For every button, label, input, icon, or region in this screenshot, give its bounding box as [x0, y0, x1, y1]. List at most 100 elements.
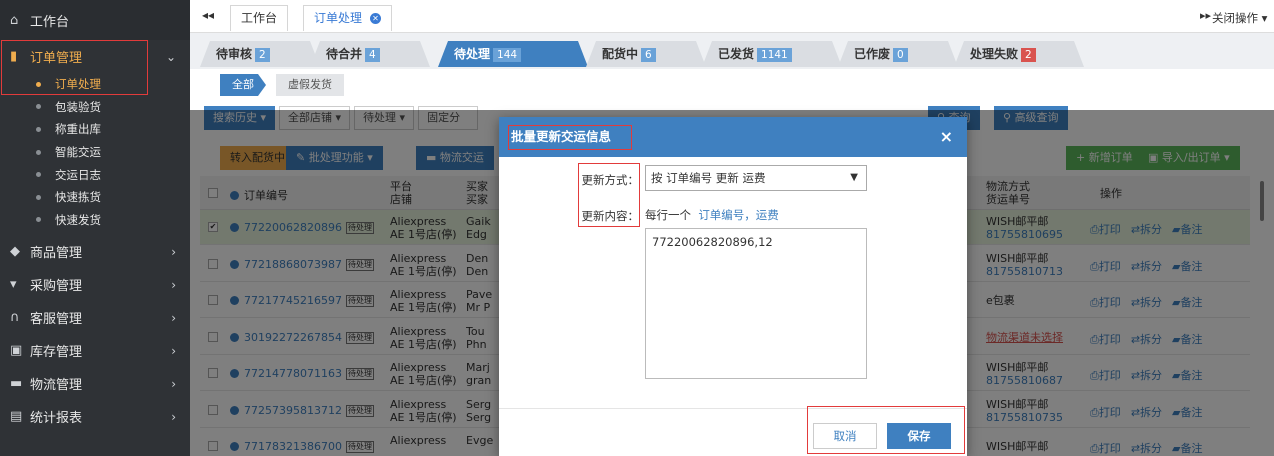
bullet-icon — [36, 194, 41, 200]
bullet-icon — [36, 104, 41, 110]
sidebar-sub-item[interactable]: 交运日志 — [0, 163, 190, 186]
dialog-title: 批量更新交运信息 — [511, 129, 612, 144]
scroll-right-icon[interactable]: ▸▸ — [1200, 9, 1211, 22]
bullet-icon — [36, 149, 41, 155]
home-icon: ⌂ — [10, 12, 19, 28]
tab-label: 处理失败 — [970, 47, 1019, 61]
chevron-right-icon: › — [171, 310, 176, 325]
select-value: 按 订单编号 更新 运费 — [651, 171, 766, 185]
tab-label: 待审核 — [216, 47, 253, 61]
chevron-right-icon: › — [171, 277, 176, 292]
sidebar-item-label: 商品管理 — [30, 246, 83, 262]
save-button[interactable]: 保存 — [887, 423, 951, 449]
sidebar-sub-label: 交运日志 — [55, 167, 101, 182]
tab-picking[interactable]: 配货中 6 — [586, 41, 706, 67]
clipboard-icon: ▮ — [10, 49, 18, 64]
sidebar-sub-label: 订单处理 — [55, 77, 101, 92]
sidebar-item-reports[interactable]: ▤ 统计报表 › — [0, 400, 190, 433]
count-badge: 6 — [641, 48, 656, 62]
sidebar-sub-item[interactable]: 包装验货 — [0, 96, 190, 119]
subtab-virtual[interactable]: 虚假发货 — [276, 74, 344, 96]
sidebar-sub-item[interactable]: 订单处理 — [0, 73, 190, 96]
bullet-icon — [36, 81, 41, 87]
sidebar-sub-label: 智能交运 — [55, 145, 101, 160]
close-tab-icon[interactable]: ✕ — [370, 13, 382, 24]
sidebar-item-home[interactable]: ⌂ 工作台 — [0, 0, 190, 40]
tab-label: 订单处理 — [314, 11, 363, 25]
close-ops-menu[interactable]: 关闭操作 ▾ — [1212, 10, 1267, 26]
cancel-button[interactable]: 取消 — [813, 423, 877, 449]
dialog-footer: 取消 保存 — [499, 408, 967, 456]
chevron-down-icon: ⌄ — [165, 49, 176, 64]
method-label: 更新方式： — [581, 173, 640, 187]
sidebar-sub-item[interactable]: 快速发货 — [0, 209, 190, 232]
update-content-textarea[interactable]: 77220062820896,12 — [645, 228, 867, 379]
report-icon: ▤ — [10, 409, 23, 425]
sidebar-item-order-mgmt[interactable]: ▮ 订单管理 ⌄ — [0, 40, 190, 73]
chevron-right-icon: › — [171, 409, 176, 424]
close-ops-label: 关闭操作 — [1212, 11, 1258, 25]
chevron-right-icon: › — [171, 244, 176, 259]
tab-to-merge[interactable]: 待合并 4 — [310, 41, 430, 67]
content-label: 更新内容： — [581, 209, 640, 223]
scroll-left-icon[interactable]: ◂◂ — [202, 8, 214, 22]
caret-down-icon: ▼ — [850, 172, 858, 183]
tab-shipped[interactable]: 已发货 1141 — [702, 41, 842, 67]
chevron-right-icon: › — [171, 376, 176, 391]
hint-text: 每行一个 — [645, 208, 691, 222]
tab-label: 已发货 — [718, 47, 755, 61]
sidebar-sub-item[interactable]: 智能交运 — [0, 141, 190, 164]
cube-icon: ◆ — [10, 244, 20, 260]
count-badge: 2 — [1021, 48, 1036, 62]
count-badge: 144 — [493, 48, 521, 62]
sidebar-item-label: 订单管理 — [30, 51, 83, 66]
hint-fields: 订单编号，运费 — [698, 208, 779, 222]
sidebar-item-logistics[interactable]: ▬ 物流管理 › — [0, 367, 190, 400]
content-hint: 每行一个 订单编号，运费 — [645, 207, 779, 223]
sidebar-item-stock[interactable]: ▣ 库存管理 › — [0, 334, 190, 367]
dialog-header: 批量更新交运信息 × — [499, 117, 967, 157]
sidebar-item-label: 物流管理 — [30, 378, 83, 394]
tab-label: 配货中 — [602, 47, 639, 61]
inbox-icon: ▣ — [10, 343, 23, 359]
sidebar-item-products[interactable]: ◆ 商品管理 › — [0, 235, 190, 268]
sidebar-item-label: 库存管理 — [30, 345, 83, 361]
count-badge: 0 — [893, 48, 908, 62]
bullet-icon — [36, 126, 41, 132]
sidebar-sub-item[interactable]: 快速拣货 — [0, 186, 190, 209]
sidebar-sub-item[interactable]: 称重出库 — [0, 118, 190, 141]
sidebar-item-purchase[interactable]: ▾ 采购管理 › — [0, 268, 190, 301]
sidebar-sub-label: 包装验货 — [55, 99, 101, 114]
count-badge: 4 — [365, 48, 380, 62]
sidebar-item-label: 采购管理 — [30, 279, 83, 295]
tab-order-processing[interactable]: 订单处理 ✕ — [303, 5, 393, 31]
tab-failed[interactable]: 处理失败 2 — [954, 41, 1084, 67]
sidebar-sub-label: 称重出库 — [55, 122, 101, 137]
sidebar: ⌂ 工作台 ▮ 订单管理 ⌄ 订单处理 包装验货 称重出库 智能交运 交运日志 … — [0, 0, 190, 456]
tab-label: 已作废 — [854, 47, 891, 61]
tab-to-process[interactable]: 待处理 144 — [438, 41, 588, 67]
sidebar-item-label: 统计报表 — [30, 411, 83, 427]
sidebar-item-label: 客服管理 — [30, 312, 83, 328]
tab-label: 待合并 — [326, 47, 363, 61]
bullet-icon — [36, 172, 41, 178]
chevron-right-icon: › — [171, 343, 176, 358]
subtab-label: 虚假发货 — [288, 78, 332, 91]
tab-home[interactable]: 工作台 — [230, 5, 289, 31]
update-method-select[interactable]: 按 订单编号 更新 运费 ▼ — [645, 165, 867, 191]
tab-label: 工作台 — [241, 11, 278, 25]
close-icon[interactable]: × — [940, 117, 953, 157]
sidebar-item-label: 工作台 — [30, 14, 70, 30]
batch-update-dialog: 批量更新交运信息 × 更新方式： 按 订单编号 更新 运费 ▼ 更新内容： 每行一… — [499, 117, 967, 456]
subtab-label: 全部 — [232, 78, 254, 91]
subtab-all[interactable]: 全部 — [220, 74, 266, 96]
sidebar-item-service[interactable]: ∩ 客服管理 › — [0, 301, 190, 334]
tab-voided[interactable]: 已作废 0 — [838, 41, 958, 67]
count-badge: 1141 — [757, 48, 792, 62]
tab-pending-review[interactable]: 待审核 2 — [200, 41, 320, 67]
truck-icon: ▬ — [10, 376, 23, 392]
tab-label: 待处理 — [454, 47, 491, 61]
count-badge: 2 — [255, 48, 270, 62]
tab-bar: ◂◂ 工作台 订单处理 ✕ ▸▸ 关闭操作 ▾ — [190, 0, 1274, 33]
cart-icon: ▾ — [10, 277, 17, 293]
